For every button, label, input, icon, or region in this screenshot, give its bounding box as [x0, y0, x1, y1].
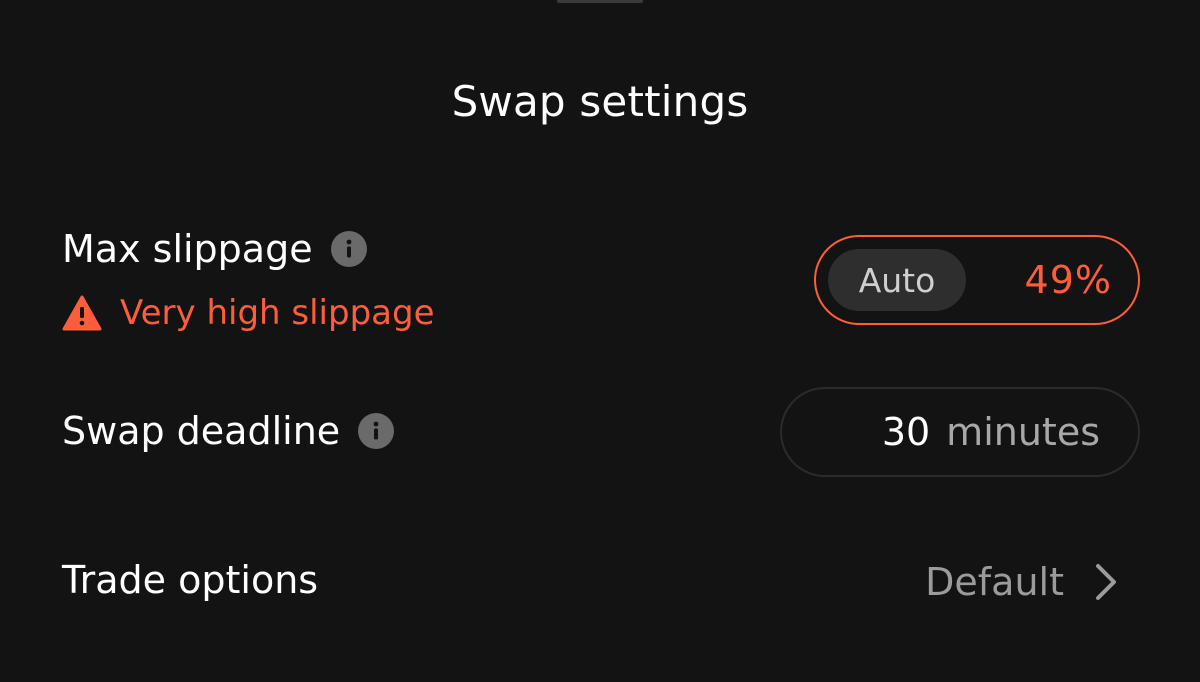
- chevron-right-icon: [1096, 564, 1116, 600]
- trade-options-button[interactable]: Default: [925, 556, 1118, 608]
- max-slippage-label: Max slippage: [62, 227, 313, 271]
- max-slippage-input[interactable]: Auto 49%: [814, 235, 1140, 325]
- swap-deadline-input[interactable]: 30 minutes: [780, 387, 1140, 477]
- swap-deadline-label: Swap deadline: [62, 409, 341, 453]
- swap-deadline-value[interactable]: 30: [882, 410, 930, 454]
- info-icon[interactable]: [330, 231, 367, 267]
- slippage-warning-text: Very high slippage: [120, 293, 435, 333]
- slippage-warning: Very high slippage: [62, 290, 434, 336]
- auto-slippage-button[interactable]: Auto: [828, 249, 966, 311]
- swap-deadline-unit: minutes: [946, 410, 1100, 454]
- trade-options-value: Default: [925, 560, 1064, 604]
- trade-options-label: Trade options: [62, 558, 319, 602]
- swap-deadline-label-group: Swap deadline: [62, 407, 395, 455]
- warning-triangle-icon: [62, 295, 102, 331]
- page-title: Swap settings: [451, 77, 749, 126]
- drag-handle[interactable]: [557, 0, 643, 3]
- trade-options-label-group: Trade options: [62, 556, 318, 604]
- slippage-value[interactable]: 49%: [1025, 237, 1112, 323]
- info-icon[interactable]: [358, 413, 395, 449]
- max-slippage-label-group: Max slippage: [62, 225, 367, 273]
- swap-settings-panel: Swap settings Max slippage Very high sli…: [0, 0, 1200, 682]
